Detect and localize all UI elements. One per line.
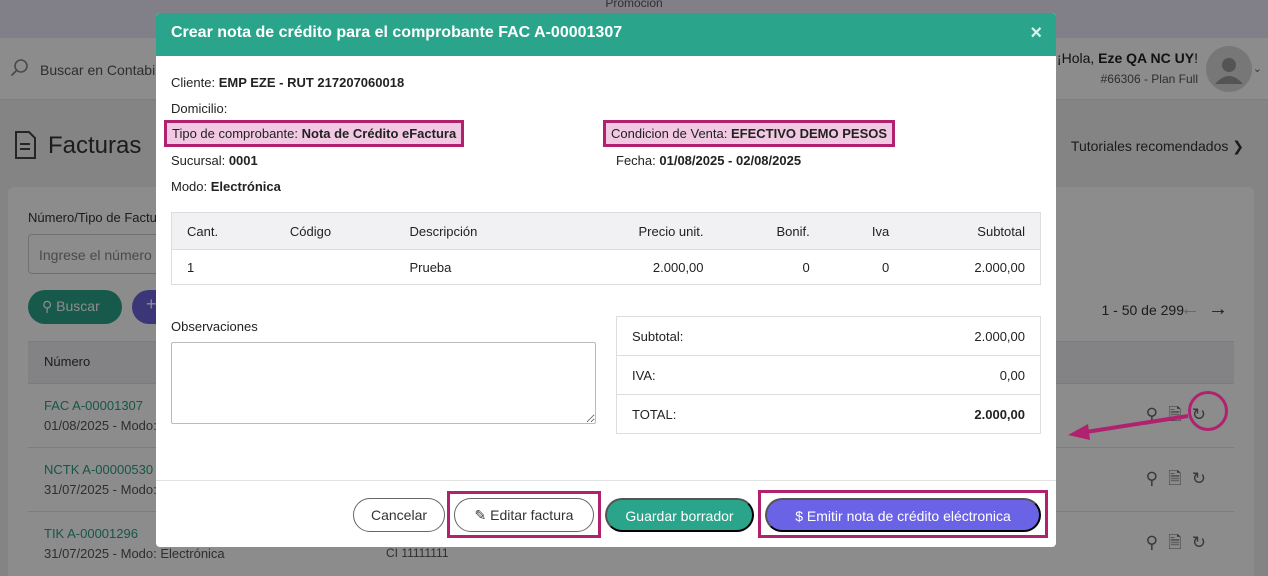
sucursal-label: Sucursal: (171, 153, 226, 168)
cliente-label: Cliente: (171, 75, 216, 90)
item-codigo (274, 249, 395, 285)
item-bonif: 0 (718, 249, 825, 285)
emit-credit-note-label: Emitir nota de crédito eléctronica (806, 508, 1011, 524)
modo-label: Modo: (171, 179, 208, 194)
sucursal-value: 0001 (228, 153, 258, 168)
cliente-value: EMP EZE - RUT 217207060018 (218, 75, 405, 90)
items-table: Cant. Código Descripción Precio unit. Bo… (171, 212, 1041, 285)
header-bonif: Bonif. (718, 212, 825, 250)
items-header-row: Cant. Código Descripción Precio unit. Bo… (171, 212, 1041, 250)
item-subtotal: 2.000,00 (904, 249, 1041, 285)
domicilio-label: Domicilio: (171, 101, 228, 116)
header-precio: Precio unit. (558, 212, 719, 250)
emit-credit-note-button[interactable]: $ Emitir nota de crédito eléctronica (765, 498, 1041, 532)
item-descripcion: Prueba (394, 249, 559, 285)
observaciones-input[interactable] (171, 342, 596, 424)
tipo-label: Tipo de comprobante: (172, 126, 298, 141)
modal-footer: Cancelar ✎ Editar factura Guardar borrad… (156, 480, 1056, 547)
save-draft-button[interactable]: Guardar borrador (605, 498, 754, 532)
domicilio-field: Domicilio: (171, 101, 227, 116)
cliente-field: Cliente: EMP EZE - RUT 217207060018 (171, 75, 404, 90)
totals-table: Subtotal: 2.000,00 IVA: 0,00 TOTAL: 2.00… (616, 316, 1041, 434)
annotation-circle (1188, 391, 1228, 431)
sucursal-field: Sucursal: 0001 (171, 153, 258, 168)
pencil-icon: ✎ (474, 507, 487, 523)
header-codigo: Código (274, 212, 395, 250)
modal-title: Crear nota de crédito para el comprobant… (171, 24, 623, 41)
item-precio: 2.000,00 (558, 249, 719, 285)
tipo-comprobante-field: Tipo de comprobante: Nota de Crédito eFa… (164, 120, 465, 147)
fecha-field: Fecha: 01/08/2025 - 02/08/2025 (616, 153, 801, 168)
header-cant: Cant. (171, 212, 275, 250)
condicion-venta-field: Condicion de Venta: EFECTIVO DEMO PESOS (603, 120, 896, 147)
total-value: 2.000,00 (829, 394, 1041, 434)
header-descripcion: Descripción (394, 212, 559, 250)
edit-invoice-label: Editar factura (490, 507, 574, 523)
fecha-label: Fecha: (616, 153, 656, 168)
total-label: TOTAL: (616, 394, 830, 434)
annotation-arrow-icon (1068, 414, 1189, 440)
condicion-label: Condicion de Venta: (611, 126, 728, 141)
subtotal-row: Subtotal: 2.000,00 (617, 317, 1041, 356)
modo-field: Modo: Electrónica (171, 179, 281, 194)
subtotal-value: 2.000,00 (974, 328, 1025, 344)
close-icon[interactable]: × (1030, 22, 1042, 45)
cancel-button[interactable]: Cancelar (353, 498, 445, 532)
iva-row: IVA: 0,00 (616, 355, 1041, 395)
header-subtotal: Subtotal (904, 212, 1041, 250)
dollar-icon: $ (795, 508, 804, 524)
credit-note-modal: Crear nota de crédito para el comprobant… (156, 13, 1056, 547)
total-row: TOTAL: 2.000,00 (616, 394, 1041, 434)
modo-value: Electrónica (210, 179, 281, 194)
fecha-value: 01/08/2025 - 02/08/2025 (659, 153, 802, 168)
item-cant: 1 (171, 249, 275, 285)
modal-header: Crear nota de crédito para el comprobant… (156, 13, 1056, 56)
header-iva: Iva (824, 212, 905, 250)
iva-value: 0,00 (829, 355, 1041, 395)
subtotal-label: Subtotal: (632, 328, 684, 344)
observaciones-label: Observaciones (171, 319, 258, 334)
edit-invoice-button[interactable]: ✎ Editar factura (454, 498, 594, 532)
tipo-value: Nota de Crédito eFactura (301, 126, 457, 141)
table-row: 1 Prueba 2.000,00 0 0 2.000,00 (171, 249, 1041, 285)
iva-label: IVA: (616, 355, 830, 395)
condicion-value: EFECTIVO DEMO PESOS (731, 126, 888, 141)
item-iva: 0 (824, 249, 905, 285)
